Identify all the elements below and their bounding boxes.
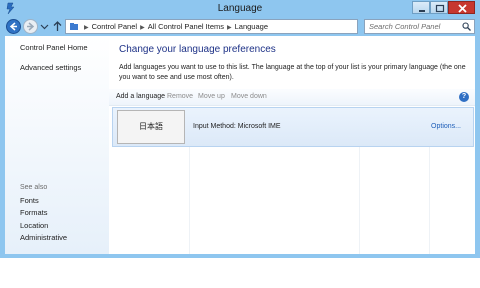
minimize-button[interactable]	[412, 1, 430, 14]
close-icon	[458, 4, 467, 13]
move-down-button[interactable]: Move down	[231, 93, 267, 100]
breadcrumb-all-items[interactable]: All Control Panel Items	[148, 20, 224, 33]
sidebar-link-location[interactable]: Location	[20, 221, 48, 230]
sidebar: Control Panel Home Advanced settings See…	[5, 36, 109, 254]
move-up-button[interactable]: Move up	[198, 93, 225, 100]
help-icon[interactable]: ?	[459, 92, 469, 102]
page-description: Add languages you want to use to this li…	[119, 64, 466, 81]
desktop-background	[0, 258, 480, 288]
search-input[interactable]: Search Control Panel	[364, 19, 475, 34]
column-divider	[359, 147, 360, 254]
language-window: Language ▶ Control Panel ▶ All Control Pane…	[0, 0, 480, 258]
window-title: Language	[217, 3, 263, 14]
search-icon[interactable]	[462, 22, 471, 31]
column-divider	[429, 147, 430, 254]
sidebar-link-formats[interactable]: Formats	[20, 208, 48, 217]
breadcrumb-separator[interactable]: ▶	[227, 22, 232, 33]
minimize-icon	[419, 10, 425, 12]
back-button[interactable]	[6, 19, 21, 34]
close-button[interactable]	[448, 1, 475, 14]
language-name-tile[interactable]: 日本語	[117, 110, 185, 144]
address-bar[interactable]: ▶ Control Panel ▶ All Control Panel Items ▶ L…	[65, 19, 358, 34]
maximize-button[interactable]	[430, 1, 448, 14]
sidebar-link-advanced-settings[interactable]: Advanced settings	[20, 63, 81, 72]
forward-arrow-icon	[27, 22, 35, 31]
recent-pages-chevron-down-icon[interactable]	[40, 22, 49, 31]
sidebar-link-control-panel-home[interactable]: Control Panel Home	[20, 43, 88, 52]
column-divider	[189, 147, 190, 254]
folder-icon	[70, 23, 78, 30]
search-placeholder: Search Control Panel	[369, 22, 441, 31]
main-panel: Change your language preferences Add lan…	[109, 36, 475, 254]
sidebar-link-fonts[interactable]: Fonts	[20, 196, 39, 205]
remove-button[interactable]: Remove	[167, 93, 193, 100]
language-list-item[interactable]: 日本語 Input Method: Microsoft IME Options.…	[112, 107, 474, 147]
input-method-label: Input Method: Microsoft IME	[193, 123, 281, 130]
title-bar[interactable]: Language	[0, 0, 480, 18]
see-also-heading: See also	[20, 184, 48, 191]
forward-button[interactable]	[23, 19, 38, 34]
breadcrumb-separator: ▶	[84, 25, 89, 31]
language-toolbar: Add a language Remove Move up Move down …	[109, 89, 475, 106]
options-link[interactable]: Options...	[431, 123, 461, 130]
add-language-button[interactable]: Add a language	[116, 93, 165, 100]
sidebar-link-administrative[interactable]: Administrative	[20, 233, 67, 242]
breadcrumb-language[interactable]: Language	[235, 20, 268, 33]
breadcrumb-control-panel[interactable]: Control Panel	[92, 20, 137, 33]
page-title: Change your language preferences	[119, 44, 276, 55]
breadcrumb-separator[interactable]: ▶	[140, 22, 145, 33]
up-arrow-icon[interactable]	[52, 20, 63, 32]
back-arrow-icon	[9, 22, 17, 31]
maximize-icon	[435, 4, 445, 13]
